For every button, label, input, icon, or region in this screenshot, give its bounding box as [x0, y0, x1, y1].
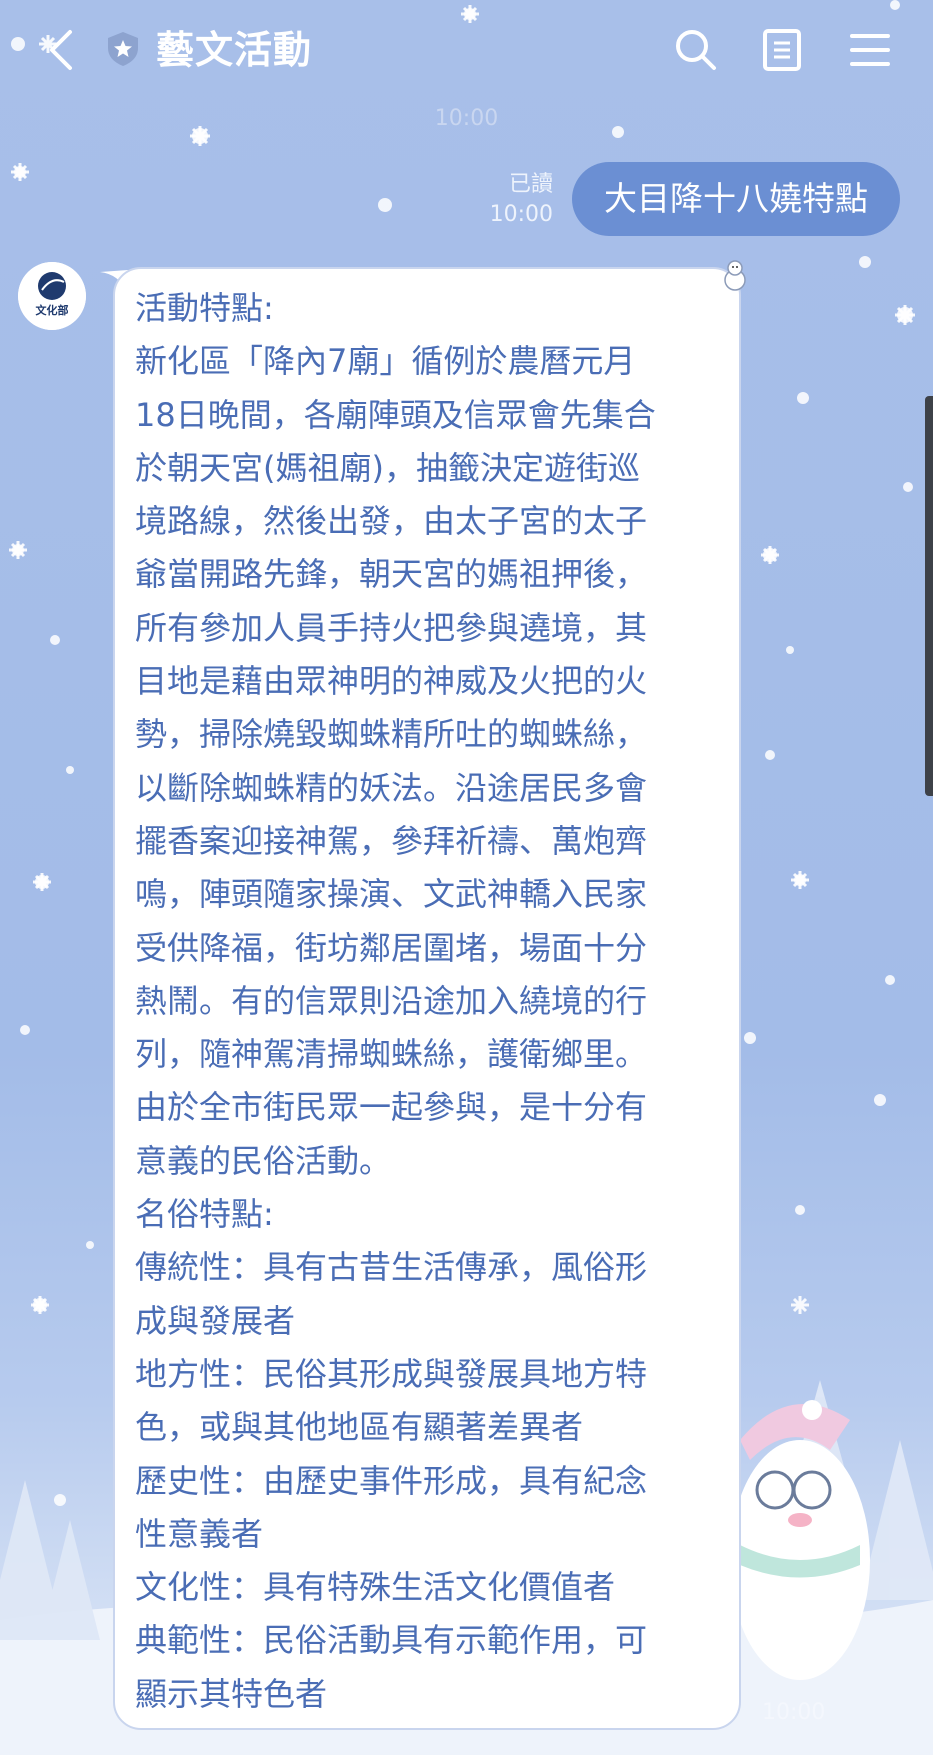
shield-star-icon — [106, 30, 140, 68]
scroll-handle[interactable] — [925, 396, 933, 796]
message-line: 活動特點: — [135, 289, 274, 327]
back-arrow-icon — [50, 30, 72, 70]
incoming-message-text: 活動特點: 新化區「降內7廟」循例於農曆元月 18日晚間，各廟陣頭及信眾會先集合 於朝… — [135, 282, 735, 1721]
message-line: 熱鬧。有的信眾則沿途加入繞境的行 — [135, 981, 648, 1020]
outgoing-message[interactable]: 大目降十八嬈特點 — [572, 162, 900, 236]
menu-button[interactable] — [846, 26, 894, 74]
message-line: 典範性：民俗活動具有示範作用，可 — [135, 1621, 648, 1660]
message-line: 歷史性：由歷史事件形成，具有紀念 — [135, 1461, 648, 1500]
message-line: 列，隨神駕清掃蜘蛛絲，護衛鄉里。 — [135, 1035, 648, 1074]
message-line: 文化性：具有特殊生活文化價值者 — [135, 1568, 616, 1607]
message-line: 受供降福，街坊鄰居圍堵，場面十分 — [135, 928, 648, 967]
message-line: 名俗特點: — [135, 1195, 274, 1234]
message-line: 成與發展者 — [135, 1301, 296, 1340]
message-line: 目地是藉由眾神明的神威及火把的火 — [135, 662, 648, 701]
ministry-logo: 文化部 — [18, 262, 86, 330]
notes-icon — [763, 29, 801, 71]
message-line: 意義的民俗活動。 — [135, 1141, 392, 1180]
message-line: 擺香案迎接神駕，參拜祈禱、萬炮齊 — [135, 821, 648, 860]
message-line: 所有參加人員手持火把參與遶境，其 — [135, 608, 648, 647]
outgoing-message-text: 大目降十八嬈特點 — [604, 179, 868, 218]
message-line: 色，或與其他地區有顯著差異者 — [135, 1408, 584, 1447]
time-separator: 10:00 — [434, 106, 499, 131]
message-line: 鳴，陣頭隨家操演、文武神轎入民家 — [135, 875, 648, 914]
message-line: 性意義者 — [135, 1514, 264, 1553]
read-receipt: 已讀 — [508, 172, 553, 197]
back-button[interactable] — [40, 22, 80, 78]
notes-button[interactable] — [758, 26, 806, 74]
outgoing-time: 10:00 — [489, 202, 553, 227]
chat-title: 藝文活動 — [156, 28, 313, 72]
menu-icon — [850, 34, 890, 66]
message-line: 地方性：民俗其形成與發展具地方特 — [135, 1354, 648, 1393]
message-line: 傳統性：具有古昔生活傳承，風俗形 — [135, 1248, 648, 1287]
message-line: 境路線，然後出發，由太子宮的太子 — [135, 502, 648, 541]
incoming-time: 10:00 — [762, 1700, 826, 1725]
message-line: 由於全市街民眾一起參與，是十分有 — [135, 1088, 648, 1127]
message-line: 新化區「降內7廟」循例於農曆元月 — [135, 342, 636, 381]
search-icon — [676, 30, 716, 70]
snowman-decoration — [730, 1400, 870, 1680]
chat-header: 藝文活動 — [0, 0, 933, 100]
message-line: 爺當開路先鋒，朝天宮的媽祖押後， — [135, 555, 648, 594]
message-line: 18日晚間，各廟陣頭及信眾會先集合 — [135, 395, 656, 434]
sender-avatar[interactable]: 文化部 — [18, 262, 86, 330]
message-line: 於朝天宮(媽祖廟)，抽籤決定遊街巡 — [135, 448, 640, 487]
message-line: 以斷除蜘蛛精的妖法。沿途居民多會 — [135, 768, 648, 807]
svg-text:文化部: 文化部 — [36, 303, 69, 317]
search-button[interactable] — [672, 26, 720, 74]
message-line: 顯示其特色者 — [135, 1674, 328, 1713]
message-line: 勢，掃除燒毀蜘蛛精所吐的蜘蛛絲， — [135, 715, 648, 754]
